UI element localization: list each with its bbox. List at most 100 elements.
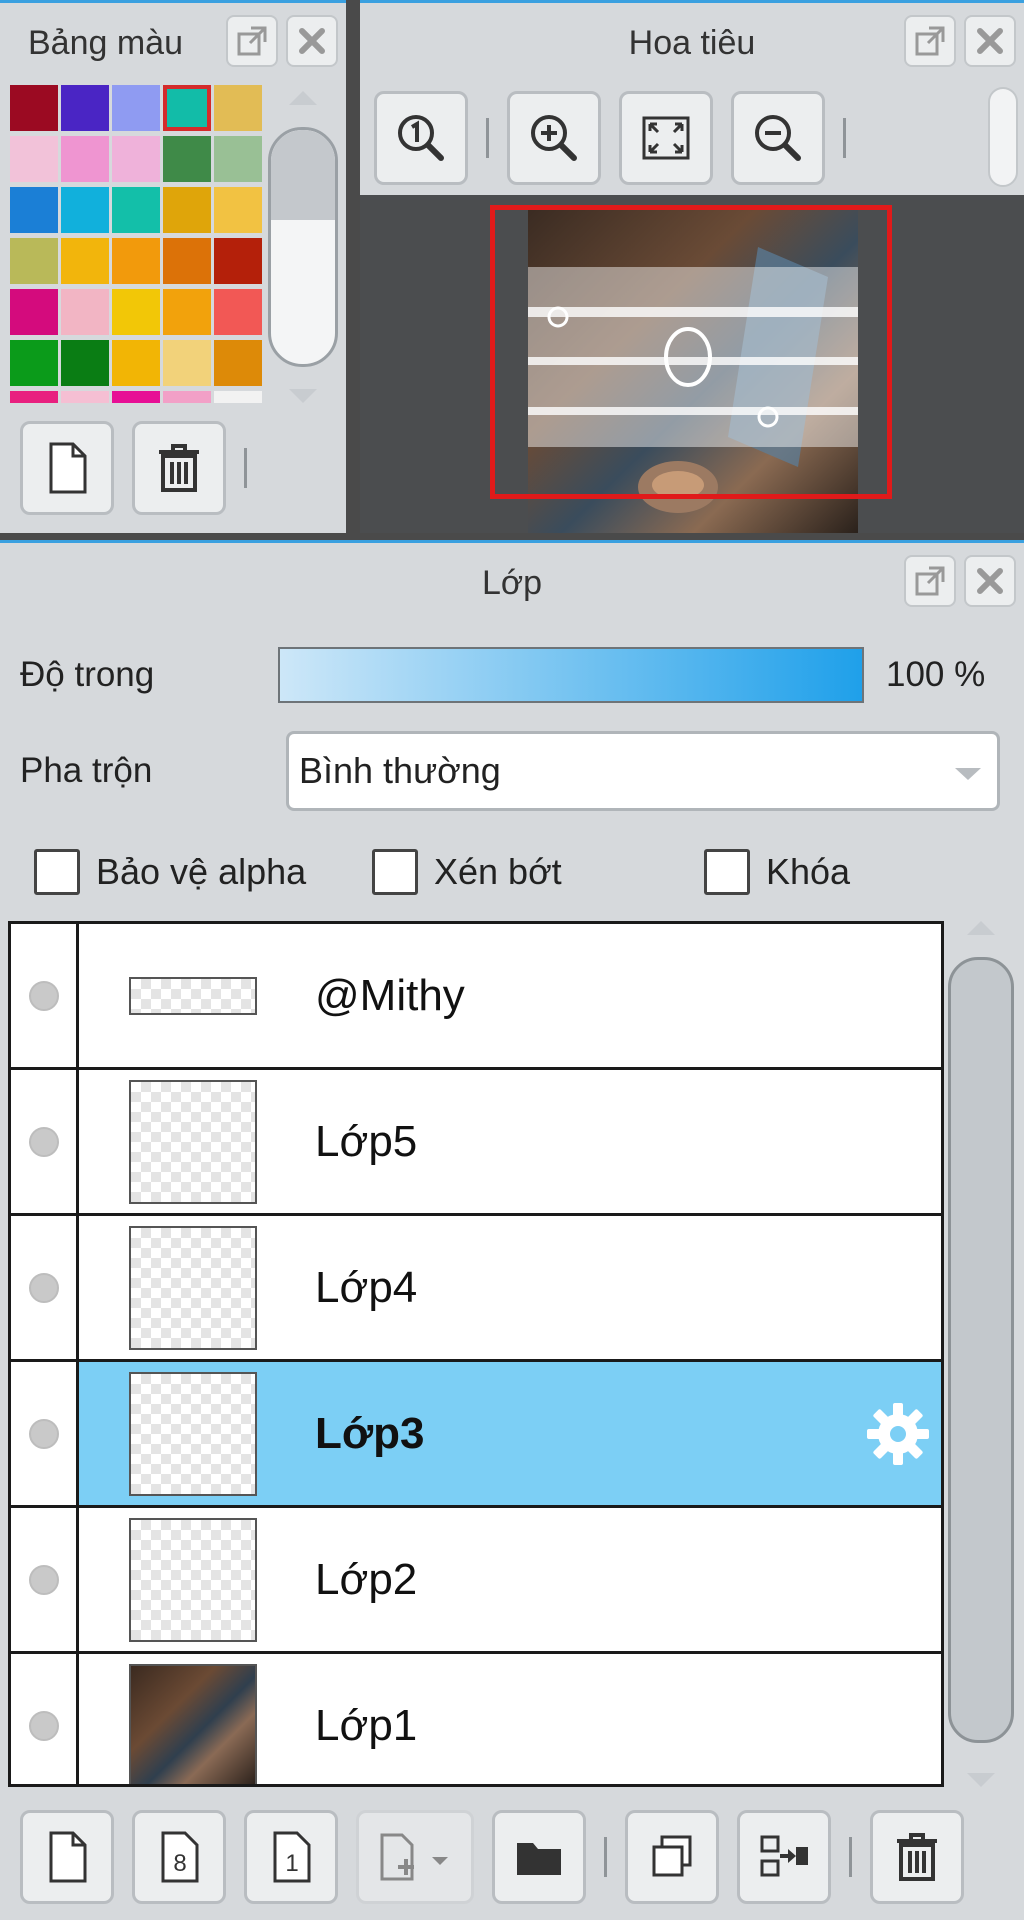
navigator-view[interactable] xyxy=(360,195,1024,533)
scroll-down-arrow-icon[interactable] xyxy=(289,389,317,403)
opacity-slider[interactable] xyxy=(278,647,864,703)
protect-alpha-option[interactable]: Bảo vệ alpha xyxy=(34,849,306,895)
navigator-popout-button[interactable] xyxy=(904,15,956,67)
color-swatch[interactable] xyxy=(214,85,262,131)
palette-popout-button[interactable] xyxy=(226,15,278,67)
layer-body[interactable]: Lớp2 xyxy=(79,1508,941,1651)
layer-row[interactable]: @Mithy xyxy=(11,924,941,1070)
layer-body[interactable]: @Mithy xyxy=(79,924,941,1067)
layer-body[interactable]: Lớp1 xyxy=(79,1654,941,1784)
color-swatch[interactable] xyxy=(61,391,109,403)
color-swatch[interactable] xyxy=(112,136,160,182)
lock-checkbox[interactable] xyxy=(704,849,750,895)
protect-alpha-checkbox[interactable] xyxy=(34,849,80,895)
new-page-icon xyxy=(49,442,87,494)
color-swatch[interactable] xyxy=(112,340,160,386)
fit-screen-button[interactable] xyxy=(619,91,713,185)
new-8bit-layer-button[interactable]: 8 xyxy=(132,1810,226,1904)
layers-scrollbar[interactable] xyxy=(946,921,1016,1787)
layer-body[interactable]: Lớp3 xyxy=(79,1362,941,1505)
gear-icon[interactable] xyxy=(865,1401,931,1467)
layer-row[interactable]: Lớp5 xyxy=(11,1070,941,1216)
new-swatch-button[interactable] xyxy=(20,421,114,515)
palette-scroll-track[interactable] xyxy=(268,127,338,367)
color-swatch[interactable] xyxy=(214,187,262,233)
palette-scroll-thumb[interactable] xyxy=(271,130,335,220)
scroll-up-arrow-icon[interactable] xyxy=(289,91,317,105)
scroll-up-arrow-icon[interactable] xyxy=(967,921,995,935)
layers-close-button[interactable] xyxy=(964,555,1016,607)
color-swatch[interactable] xyxy=(214,391,262,403)
layer-visibility-toggle[interactable] xyxy=(11,1070,79,1213)
layer-visibility-toggle[interactable] xyxy=(11,1362,79,1505)
blend-mode-select[interactable]: Bình thường xyxy=(286,731,1000,811)
color-swatch[interactable] xyxy=(214,136,262,182)
color-swatch[interactable] xyxy=(214,238,262,284)
layers-title: Lớp xyxy=(481,563,543,602)
duplicate-layer-button[interactable] xyxy=(625,1810,719,1904)
layers-popout-button[interactable] xyxy=(904,555,956,607)
add-layer-dropdown-button[interactable] xyxy=(356,1810,474,1904)
layer-visibility-toggle[interactable] xyxy=(11,924,79,1067)
zoom-actual-size-button[interactable] xyxy=(374,91,468,185)
color-swatch[interactable] xyxy=(61,289,109,335)
new-1bit-layer-button[interactable]: 1 xyxy=(244,1810,338,1904)
color-swatch[interactable] xyxy=(163,289,211,335)
color-swatch[interactable] xyxy=(61,340,109,386)
layers-scroll-thumb[interactable] xyxy=(948,957,1014,1743)
scroll-down-arrow-icon[interactable] xyxy=(967,1773,995,1787)
new-layer-button[interactable] xyxy=(20,1810,114,1904)
color-swatch[interactable] xyxy=(10,85,58,131)
color-swatch[interactable] xyxy=(10,289,58,335)
clipping-checkbox[interactable] xyxy=(372,849,418,895)
color-swatch[interactable] xyxy=(163,187,211,233)
merge-layer-button[interactable] xyxy=(737,1810,831,1904)
color-swatch[interactable] xyxy=(112,238,160,284)
color-swatch[interactable] xyxy=(163,238,211,284)
swatch-grid xyxy=(10,85,266,403)
palette-scrollbar[interactable] xyxy=(268,91,338,403)
zoom-in-button[interactable] xyxy=(507,91,601,185)
color-swatch[interactable] xyxy=(10,136,58,182)
layer-body[interactable]: Lớp4 xyxy=(79,1216,941,1359)
layer-body[interactable]: Lớp5 xyxy=(79,1070,941,1213)
clipping-option[interactable]: Xén bớt xyxy=(372,849,562,895)
add-layer-icon xyxy=(380,1833,448,1881)
layer-row[interactable]: Lớp2 xyxy=(11,1508,941,1654)
new-folder-button[interactable] xyxy=(492,1810,586,1904)
palette-close-button[interactable] xyxy=(286,15,338,67)
layer-name: Lớp5 xyxy=(315,1116,418,1166)
color-swatch[interactable] xyxy=(10,238,58,284)
color-swatch[interactable] xyxy=(112,391,160,403)
color-swatch[interactable] xyxy=(61,187,109,233)
lock-option[interactable]: Khóa xyxy=(704,849,850,895)
layer-name: Lớp4 xyxy=(315,1262,418,1312)
color-swatch[interactable] xyxy=(10,187,58,233)
layer-row[interactable]: Lớp1 xyxy=(11,1654,941,1784)
delete-swatch-button[interactable] xyxy=(132,421,226,515)
color-swatch[interactable] xyxy=(163,136,211,182)
navigator-close-button[interactable] xyxy=(964,15,1016,67)
layer-visibility-toggle[interactable] xyxy=(11,1654,79,1784)
zoom-out-button[interactable] xyxy=(731,91,825,185)
color-swatch[interactable] xyxy=(214,289,262,335)
layer-visibility-toggle[interactable] xyxy=(11,1216,79,1359)
color-swatch[interactable] xyxy=(163,391,211,403)
navigator-toolbar-scrollbar[interactable] xyxy=(988,87,1018,187)
color-swatch[interactable] xyxy=(163,340,211,386)
color-swatch[interactable] xyxy=(163,85,211,131)
color-swatch[interactable] xyxy=(61,136,109,182)
color-swatch[interactable] xyxy=(61,85,109,131)
layer-visibility-toggle[interactable] xyxy=(11,1508,79,1651)
color-swatch[interactable] xyxy=(10,340,58,386)
color-swatch[interactable] xyxy=(61,238,109,284)
layer-row[interactable]: Lớp4 xyxy=(11,1216,941,1362)
layer-row[interactable]: Lớp3 xyxy=(11,1362,941,1508)
color-swatch[interactable] xyxy=(214,340,262,386)
color-swatch[interactable] xyxy=(112,85,160,131)
color-swatch[interactable] xyxy=(112,289,160,335)
color-swatch[interactable] xyxy=(112,187,160,233)
delete-layer-button[interactable] xyxy=(870,1810,964,1904)
color-swatch[interactable] xyxy=(10,391,58,403)
navigator-viewport-frame[interactable] xyxy=(490,205,892,499)
